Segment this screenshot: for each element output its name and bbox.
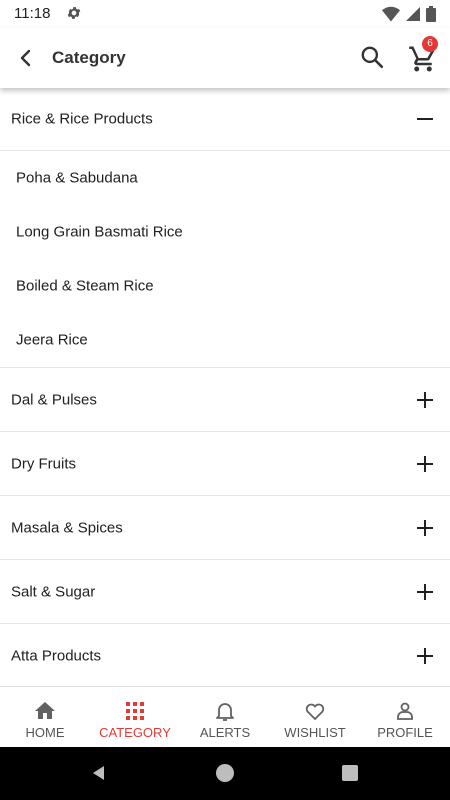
battery-icon [426,6,436,22]
subcategory-item[interactable]: Jeera Rice [0,313,450,367]
collapse-minus-icon[interactable] [414,108,436,130]
system-navigation-bar [0,747,450,800]
heart-icon [305,703,325,720]
expand-plus-icon[interactable] [414,389,436,411]
status-bar: 11:18 [0,0,450,28]
home-icon [35,702,55,719]
nav-label: CATEGORY [99,725,171,740]
category-row[interactable]: Atta Products [0,624,450,688]
category-label: Rice & Rice Products [11,110,153,128]
expand-plus-icon[interactable] [414,645,436,667]
category-row[interactable]: Dal & Pulses [0,368,450,432]
nav-label: ALERTS [199,725,251,740]
subcategory-item[interactable]: Long Grain Basmati Rice [0,205,450,259]
subcategory-item[interactable]: Poha & Sabudana [0,151,450,205]
category-label: Atta Products [11,647,102,664]
grid-icon [126,702,144,720]
category-row-rice[interactable]: Rice & Rice Products [0,88,450,151]
nav-category[interactable]: CATEGORY [90,687,180,747]
cart-count-badge: 6 [422,36,438,52]
category-row[interactable]: Masala & Spices [0,496,450,560]
system-home-icon[interactable] [216,764,234,782]
category-label: Dry Fruits [11,455,76,472]
person-icon [397,702,413,720]
status-time: 11:18 [14,5,51,22]
status-icons [382,6,436,22]
bottom-navigation: HOME CATEGORY ALERTS WISHLIST PROFILE [0,686,450,747]
category-label: Dal & Pulses [11,391,97,408]
system-recents-icon[interactable] [342,765,358,781]
back-arrow-icon[interactable] [14,46,38,70]
bell-icon [216,703,234,721]
settings-gear-icon [67,7,81,19]
app-bar: Category 6 [0,28,450,88]
category-list: Rice & Rice Products Poha & Sabudana Lon… [0,88,450,688]
nav-wishlist[interactable]: WISHLIST [270,687,360,747]
nav-home[interactable]: HOME [0,687,90,747]
nav-label: WISHLIST [284,725,346,740]
wifi-icon [382,6,400,22]
nav-label: PROFILE [377,725,433,740]
system-back-icon[interactable] [90,764,108,782]
expand-plus-icon[interactable] [414,581,436,603]
category-label: Masala & Spices [11,519,123,536]
search-icon[interactable] [359,44,385,70]
category-row[interactable]: Dry Fruits [0,432,450,496]
nav-alerts[interactable]: ALERTS [180,687,270,747]
subcategory-list: Poha & Sabudana Long Grain Basmati Rice … [0,151,450,368]
signal-icon [406,7,420,21]
nav-profile[interactable]: PROFILE [360,687,450,747]
category-row[interactable]: Salt & Sugar [0,560,450,624]
page-title: Category [52,48,126,67]
subcategory-item[interactable]: Boiled & Steam Rice [0,259,450,313]
expand-plus-icon[interactable] [414,453,436,475]
nav-label: HOME [25,725,65,740]
expand-plus-icon[interactable] [414,517,436,539]
category-label: Salt & Sugar [11,583,96,600]
